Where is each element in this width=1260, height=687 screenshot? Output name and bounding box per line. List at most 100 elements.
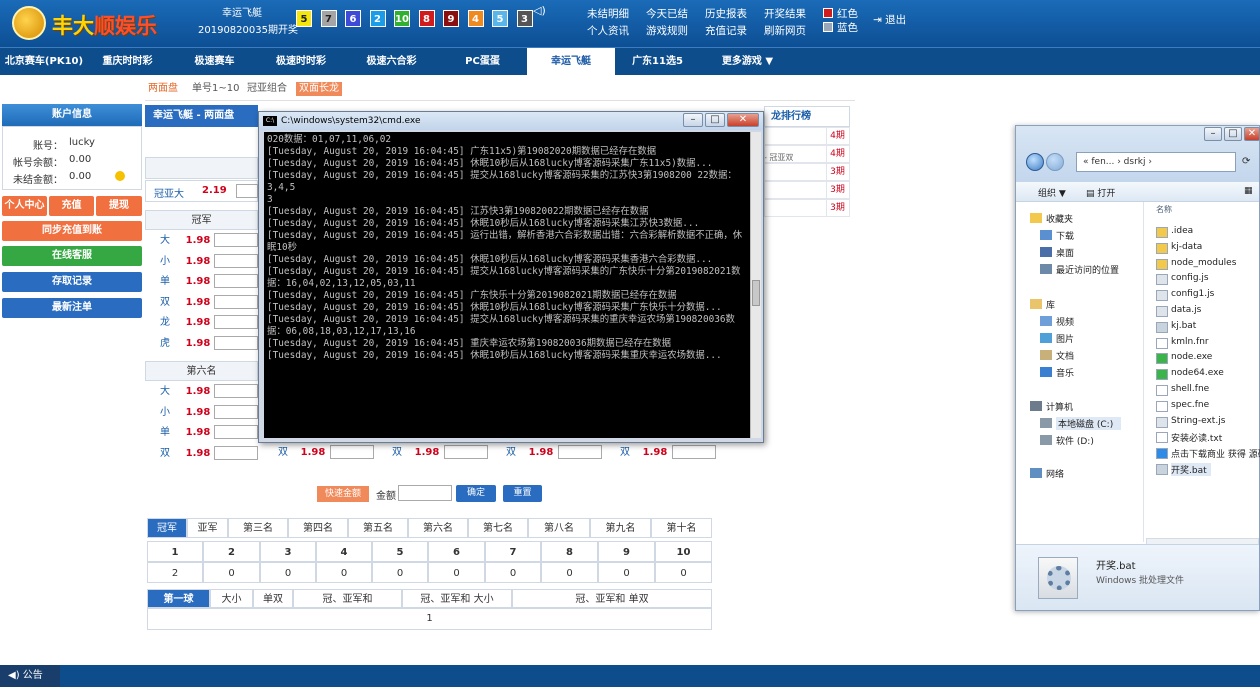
explorer-maximize-icon[interactable]: □ — [1224, 127, 1242, 141]
history-report-link[interactable]: 历史报表 — [705, 6, 747, 21]
bet-amount-input[interactable] — [214, 384, 258, 398]
nav-tab[interactable]: PC蛋蛋 — [440, 48, 525, 76]
rank-tab[interactable]: 亚军 — [187, 518, 228, 538]
nav-tab[interactable]: 更多游戏 ▼ — [700, 48, 795, 76]
refresh-balance-icon[interactable] — [115, 171, 125, 181]
amount-input[interactable] — [398, 485, 452, 501]
minimize-icon[interactable]: – — [683, 113, 703, 127]
deposit-records-button[interactable]: 存取记录 — [2, 272, 142, 292]
close-icon[interactable]: ✕ — [727, 113, 759, 127]
refresh-icon[interactable]: ⟳ — [1242, 156, 1250, 167]
user-center-button[interactable]: 个人中心 — [2, 196, 47, 216]
unsettled-link[interactable]: 未结明细 — [587, 6, 629, 21]
bet-amount-input[interactable] — [214, 233, 258, 247]
stat-tab[interactable]: 大小 — [210, 589, 253, 608]
file-item[interactable]: spec.fne — [1171, 400, 1209, 410]
rank-tab[interactable]: 冠军 — [147, 518, 187, 538]
cmd-scrollbar[interactable] — [750, 132, 761, 438]
file-item[interactable]: .idea — [1171, 226, 1193, 236]
sound-icon[interactable]: ◁) — [533, 4, 546, 17]
tree-item[interactable]: 下载 — [1056, 229, 1074, 242]
bet-amount-input[interactable] — [214, 445, 258, 460]
logout-button[interactable]: ⇥ 退出 — [873, 12, 906, 27]
organize-button[interactable]: 组织 ▼ — [1038, 186, 1066, 199]
subtab-combo[interactable]: 冠亚组合 — [244, 82, 290, 96]
champ-sum-big-cell[interactable]: 冠亚大 2.19 — [145, 180, 258, 202]
bet-amount-input[interactable] — [214, 274, 258, 288]
cmd-titlebar[interactable]: C:\ C:\windows\system32\cmd.exe – □ ✕ — [259, 112, 763, 130]
tree-item[interactable]: 桌面 — [1056, 246, 1074, 259]
file-item[interactable]: kmln.fnr — [1171, 337, 1209, 347]
tree-item[interactable]: 收藏夹 — [1046, 212, 1073, 225]
subtab-long-dragon[interactable]: 双面长龙 — [296, 82, 342, 96]
rank-tab[interactable]: 第三名 — [228, 518, 288, 538]
nav-tab[interactable]: 极速赛车 — [172, 48, 257, 76]
open-button[interactable]: ▤ 打开 — [1086, 186, 1115, 199]
bet-amount-input[interactable] — [214, 294, 258, 309]
maximize-icon[interactable]: □ — [705, 113, 725, 127]
forward-icon[interactable] — [1046, 153, 1064, 171]
file-item[interactable]: config.js — [1171, 273, 1209, 283]
name-column-header[interactable]: 名称 — [1144, 202, 1259, 218]
bet-amount-input[interactable] — [214, 335, 258, 350]
file-item[interactable]: kj.bat — [1171, 321, 1196, 331]
bet-amount-input[interactable] — [214, 425, 258, 439]
nav-tab[interactable]: 北京赛车(PK10) — [0, 48, 88, 76]
refresh-link[interactable]: 刷新网页 — [764, 23, 806, 38]
red-theme-checkbox[interactable] — [823, 8, 833, 18]
tree-item[interactable]: 最近访问的位置 — [1056, 263, 1119, 276]
bet-amount-input[interactable] — [558, 445, 602, 459]
stat-tab[interactable]: 冠、亚军和 单双 — [512, 589, 712, 608]
nav-tab[interactable]: 极速六合彩 — [345, 48, 438, 76]
bet-amount-input[interactable] — [444, 445, 488, 459]
site-logo[interactable]: 丰大顺娱乐 — [8, 4, 178, 42]
tree-item[interactable]: 音乐 — [1056, 366, 1074, 379]
explorer-window[interactable]: – □ ✕ « fen... › dsrkj › ⟳ 组织 ▼ ▤ 打开 ▦ 收… — [1015, 125, 1260, 611]
bet-amount-input[interactable] — [214, 253, 258, 268]
rank-tab[interactable]: 第九名 — [590, 518, 651, 538]
rank-tab[interactable]: 第八名 — [528, 518, 590, 538]
recharge-button[interactable]: 充值 — [49, 196, 94, 216]
tree-item[interactable]: 库 — [1046, 298, 1055, 311]
bet-amount-input[interactable] — [214, 315, 258, 329]
draw-results-link[interactable]: 开奖结果 — [764, 6, 806, 21]
champ-sum-input[interactable] — [236, 184, 258, 198]
stat-tab[interactable]: 单双 — [253, 589, 293, 608]
tree-item[interactable]: 图片 — [1056, 332, 1074, 345]
address-bar[interactable]: « fen... › dsrkj › — [1076, 152, 1236, 172]
stat-tab[interactable]: 冠、亚军和 — [293, 589, 402, 608]
cmd-scroll-thumb[interactable] — [752, 280, 760, 306]
bet-amount-input[interactable] — [330, 445, 374, 459]
blue-theme-checkbox[interactable] — [823, 22, 833, 32]
today-settled-link[interactable]: 今天已结 — [646, 6, 688, 21]
quick-amount-button[interactable]: 快速金额 — [317, 486, 369, 502]
file-item[interactable]: node_modules — [1171, 258, 1236, 268]
file-item[interactable]: kj-data — [1171, 242, 1202, 252]
cmd-window[interactable]: C:\ C:\windows\system32\cmd.exe – □ ✕ 02… — [258, 111, 764, 443]
explorer-close-icon[interactable]: ✕ — [1244, 127, 1260, 141]
rules-link[interactable]: 游戏规则 — [646, 23, 688, 38]
tree-item[interactable]: 视频 — [1056, 315, 1074, 328]
file-item[interactable]: 点击下载商业 获得 源码 — [1171, 447, 1260, 460]
rank-tab[interactable]: 第十名 — [651, 518, 712, 538]
sync-recharge-button[interactable]: 同步充值到账 — [2, 221, 142, 241]
tree-item[interactable]: 本地磁盘 (C:) — [1056, 417, 1122, 430]
tree-item[interactable]: 计算机 — [1046, 400, 1073, 413]
nav-tab[interactable]: 幸运飞艇 — [527, 48, 615, 76]
announcement-button[interactable]: ◀) 公告 — [0, 665, 60, 687]
recharge-record-link[interactable]: 充值记录 — [705, 23, 747, 38]
file-item[interactable]: 安装必读.txt — [1171, 431, 1222, 444]
reset-button[interactable]: 重置 — [503, 485, 542, 502]
subtab-single-number[interactable]: 单号1~10 — [189, 82, 242, 96]
explorer-minimize-icon[interactable]: – — [1204, 127, 1222, 141]
bet-amount-input[interactable] — [672, 445, 716, 459]
rank-tab[interactable]: 第四名 — [288, 518, 348, 538]
file-item[interactable]: 开奖.bat — [1171, 463, 1211, 476]
nav-tab[interactable]: 广东11选5 — [615, 48, 700, 76]
latest-bets-button[interactable]: 最新注单 — [2, 298, 142, 318]
profile-link[interactable]: 个人资讯 — [587, 23, 629, 38]
subtab-two-sided[interactable]: 两面盘 — [145, 82, 181, 96]
rank-tab[interactable]: 第七名 — [468, 518, 528, 538]
file-item[interactable]: shell.fne — [1171, 384, 1209, 394]
file-item[interactable]: config1.js — [1171, 289, 1214, 299]
